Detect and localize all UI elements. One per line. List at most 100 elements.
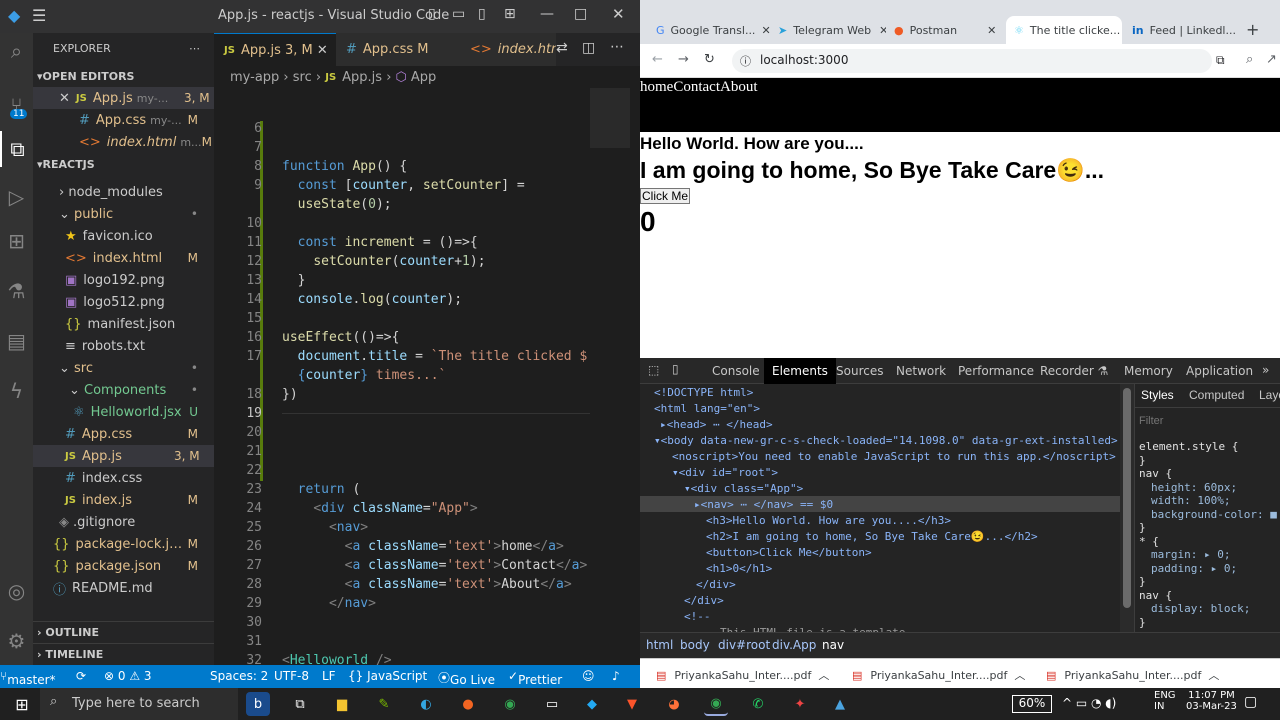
- close-icon[interactable]: ✕: [987, 24, 996, 37]
- dom-node[interactable]: <html lang="en">: [654, 402, 760, 415]
- back-icon[interactable]: ←: [652, 52, 663, 67]
- close-icon[interactable]: ✕: [317, 43, 328, 58]
- extensions-icon[interactable]: ⊞: [0, 223, 33, 259]
- notification-icon[interactable]: ▢: [1244, 694, 1257, 710]
- tab-index-html[interactable]: <>index.html: [460, 33, 556, 66]
- vscode-icon[interactable]: ◆: [580, 692, 604, 716]
- close-icon[interactable]: ✕: [59, 91, 70, 106]
- devtools-tab-sources[interactable]: Sources: [828, 358, 891, 384]
- close-icon[interactable]: ✕: [612, 5, 625, 23]
- remote-explorer-icon[interactable]: ▤: [0, 323, 33, 359]
- dom-node[interactable]: ▸<head> ⋯ </head>: [660, 418, 773, 431]
- share-icon[interactable]: ↗: [1266, 52, 1277, 67]
- tray-icons[interactable]: ^ ▭ ◔ ◖): [1062, 696, 1116, 710]
- devtools-tab-memory[interactable]: Memory: [1116, 358, 1181, 384]
- styles-tab[interactable]: Styles: [1141, 388, 1174, 402]
- settings-gear-icon[interactable]: ⚙: [0, 623, 33, 659]
- taskbar-search[interactable]: ⌕ Type here to search: [40, 688, 238, 720]
- firefox-icon[interactable]: ◕: [662, 692, 686, 716]
- devtools-tab-elements[interactable]: Elements: [764, 358, 836, 384]
- download-item[interactable]: ▤ PriyankaSahu_Inter....pdf ︿: [852, 667, 1025, 683]
- styles-filter-input[interactable]: [1139, 412, 1277, 430]
- dom-node[interactable]: <h1>0</h1>: [706, 562, 772, 575]
- close-icon[interactable]: ✕: [879, 24, 886, 37]
- tree-item[interactable]: ⚛ Helloworld.jsx U: [33, 401, 214, 423]
- explorer-icon[interactable]: ⧉: [0, 131, 33, 167]
- devtools-tab-performance[interactable]: Performance: [950, 358, 1042, 384]
- run-debug-icon[interactable]: ▷: [0, 179, 33, 215]
- tree-item[interactable]: ≡ robots.txt: [33, 335, 214, 357]
- nav-link-home[interactable]: home: [640, 79, 673, 95]
- thunder-icon[interactable]: ϟ: [0, 373, 33, 409]
- compare-icon[interactable]: ⇄: [556, 40, 568, 56]
- go-live-button[interactable]: ⦿ Go Live: [438, 669, 495, 687]
- download-item[interactable]: ▤ PriyankaSahu_Inter....pdf ︿: [1046, 667, 1219, 683]
- dom-node[interactable]: </div>: [696, 578, 736, 591]
- toggle-sidebar-icon[interactable]: ▯: [428, 6, 436, 22]
- layout-tab[interactable]: Layo: [1259, 388, 1280, 402]
- tree-item[interactable]: ◈ .gitignore: [33, 511, 214, 533]
- dom-node[interactable]: ▾<div id="root">: [672, 466, 778, 479]
- devtools-tab-application[interactable]: Application: [1178, 358, 1261, 384]
- tree-item[interactable]: <> index.html M: [33, 247, 214, 269]
- toggle-secondary-icon[interactable]: ▯: [478, 6, 486, 22]
- branch-indicator[interactable]: ⑂ master*: [0, 669, 56, 687]
- inspect-icon[interactable]: ⬚: [648, 363, 659, 377]
- encoding-indicator[interactable]: UTF-8: [274, 669, 309, 683]
- new-tab-icon[interactable]: +: [1246, 20, 1259, 39]
- devtools-tab-console[interactable]: Console: [704, 358, 768, 384]
- forward-icon[interactable]: →: [678, 52, 689, 67]
- device-toggle-icon[interactable]: ▯: [672, 362, 679, 376]
- language-indicator[interactable]: ENG IN: [1154, 690, 1176, 712]
- open-editors-section[interactable]: ▾ OPEN EDITORS: [33, 65, 214, 87]
- computed-tab[interactable]: Computed: [1189, 388, 1244, 402]
- more-actions-icon[interactable]: ⋯: [189, 42, 214, 55]
- dom-node[interactable]: ▾<body data-new-gr-c-s-check-loaded="14.…: [654, 434, 1118, 447]
- devtools-tab-network[interactable]: Network: [888, 358, 954, 384]
- account-icon[interactable]: ◎: [0, 573, 33, 609]
- download-item[interactable]: ▤ PriyankaSahu_Inter....pdf ︿: [656, 667, 829, 683]
- tree-item[interactable]: {} package-lock.json M: [33, 533, 214, 555]
- notepad-icon[interactable]: ✎: [372, 692, 396, 716]
- brave-icon[interactable]: ▼: [620, 692, 644, 716]
- layout-icon[interactable]: ⊞: [504, 6, 516, 22]
- browser-tab-active[interactable]: ⚛The title clicke...✕: [1006, 16, 1122, 44]
- bing-icon[interactable]: b: [246, 692, 270, 716]
- eol-indicator[interactable]: LF: [322, 669, 336, 683]
- nav-link-contact[interactable]: Contact: [673, 79, 720, 95]
- open-editor-item[interactable]: ✕ JS App.js my-... 3, M: [33, 87, 214, 109]
- maximize-icon[interactable]: □: [574, 6, 587, 22]
- photos-icon[interactable]: ▲: [828, 692, 852, 716]
- browser-tab[interactable]: ● Postman ✕: [886, 16, 1004, 44]
- tree-item[interactable]: {} package.json M: [33, 555, 214, 577]
- close-icon[interactable]: ✕: [761, 24, 770, 37]
- dom-node[interactable]: <h3>Hello World. How are you....</h3>: [706, 514, 951, 527]
- nav-link-about[interactable]: About: [720, 79, 758, 95]
- file-explorer-icon[interactable]: ▆: [330, 692, 354, 716]
- site-info-icon[interactable]: ⓘ: [740, 53, 751, 69]
- clock[interactable]: 11:07 PM 03-Mar-23: [1186, 690, 1237, 712]
- notifications-icon[interactable]: ♪: [612, 669, 620, 683]
- tree-item[interactable]: {} manifest.json: [33, 313, 214, 335]
- sync-icon[interactable]: ⟳: [76, 669, 86, 683]
- open-editor-item[interactable]: # App.css my-... M: [33, 109, 214, 131]
- tree-item[interactable]: ⌄ Components •: [33, 379, 214, 401]
- chevron-up-icon[interactable]: ︿: [818, 669, 829, 682]
- translate-icon[interactable]: ⧉: [1216, 53, 1225, 68]
- tree-item[interactable]: JS index.js M: [33, 489, 214, 511]
- problems-indicator[interactable]: ⊗ 0 ⚠ 3: [104, 669, 152, 683]
- dom-node[interactable]: ▾<div class="App">: [684, 482, 803, 495]
- tree-item[interactable]: ★ favicon.ico: [33, 225, 214, 247]
- windows-start-icon[interactable]: ⊞: [10, 692, 34, 716]
- tree-item[interactable]: ▣ logo192.png: [33, 269, 214, 291]
- browser-tab[interactable]: G Google Transl... ✕: [648, 16, 770, 44]
- whatsapp-icon[interactable]: ✆: [746, 692, 770, 716]
- more-tabs-icon[interactable]: »: [1262, 363, 1269, 377]
- tree-item[interactable]: # App.css M: [33, 423, 214, 445]
- tree-item[interactable]: JS App.js 3, M: [33, 445, 214, 467]
- postman-icon[interactable]: ●: [456, 692, 480, 716]
- timeline-section[interactable]: › TIMELINE: [33, 643, 214, 665]
- app-icon[interactable]: ✦: [788, 692, 812, 716]
- edge-icon[interactable]: ◐: [414, 692, 438, 716]
- indentation-indicator[interactable]: Spaces: 2: [210, 669, 268, 683]
